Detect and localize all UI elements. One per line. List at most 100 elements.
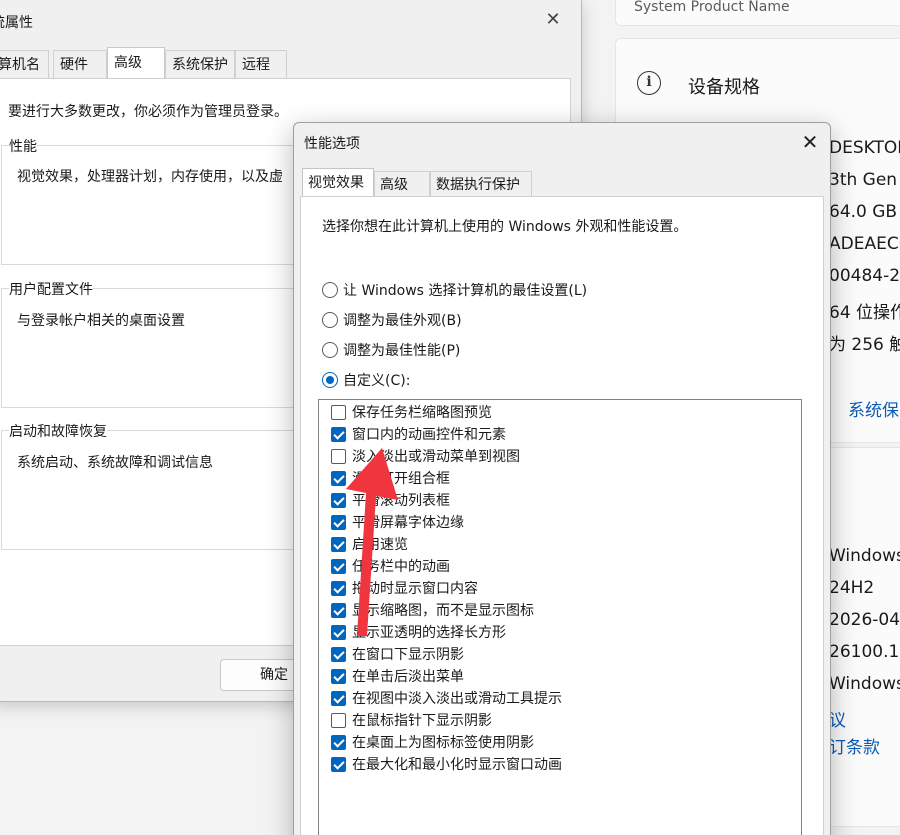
checkbox-checked[interactable] — [331, 756, 346, 772]
checkbox-checked[interactable] — [331, 558, 346, 574]
startup-recovery-group-text: 系统启动、系统故障和调试信息 — [17, 455, 213, 471]
device-spec-title: 设备规格 — [688, 77, 760, 98]
radio-button[interactable] — [322, 282, 338, 298]
checkbox-label: 保存任务栏缩略图预览 — [352, 405, 492, 421]
win-value-build: 26100.174 — [829, 642, 900, 662]
checkbox-label: 平滑屏幕字体边缘 — [352, 515, 464, 531]
spec-value-processor: 3th Gen I — [829, 170, 900, 190]
checkbox-label: 任务栏中的动画 — [352, 559, 450, 575]
checkbox-item[interactable]: 显示缩略图，而不是显示图标 — [331, 599, 534, 621]
radio-label: 调整为最佳外观(B) — [343, 313, 462, 329]
checkbox-checked[interactable] — [331, 536, 346, 552]
checkbox-checked[interactable] — [331, 580, 346, 596]
checkbox-item[interactable]: 滑动打开组合框 — [331, 467, 450, 489]
checkbox-label: 在鼠标指针下显示阴影 — [352, 713, 492, 729]
admin-note: 要进行大多数更改，你必须作为管理员登录。 — [8, 104, 288, 120]
spec-value-ram: 64.0 GB (6 — [829, 202, 900, 222]
license-terms-link[interactable]: 订条款 — [829, 733, 880, 758]
checkbox-unchecked[interactable] — [331, 712, 346, 728]
spec-value-pen-touch: 为 256 触 — [829, 335, 900, 355]
checkbox-item[interactable]: 任务栏中的动画 — [331, 555, 450, 577]
performance-options-dialog: 性能选项 ✕ 视觉效果 高级 数据执行保护 选择你想在此计算机上使用的 Wind… — [293, 122, 831, 835]
win-value-version: 24H2 — [829, 578, 875, 598]
service-agreement-link[interactable]: 议 — [829, 706, 846, 731]
checkbox-item[interactable]: 在单击后淡出菜单 — [331, 665, 464, 687]
tab-advanced[interactable]: 高级 — [107, 47, 165, 78]
checkbox-item[interactable]: 在窗口下显示阴影 — [331, 643, 464, 665]
close-icon[interactable]: ✕ — [542, 9, 564, 31]
checkbox-item[interactable]: 淡入淡出或滑动菜单到视图 — [331, 445, 520, 467]
checkbox-label: 平滑滚动列表框 — [352, 493, 450, 509]
checkbox-unchecked[interactable] — [331, 448, 346, 464]
close-icon[interactable]: ✕ — [798, 130, 822, 154]
tab-system-protection[interactable]: 系统保护 — [165, 50, 235, 78]
spec-value-device-id: ADEAEC0I — [829, 234, 900, 254]
performance-group-title: 性能 — [9, 136, 37, 156]
checkbox-label: 显示亚透明的选择长方形 — [352, 625, 506, 641]
checkbox-unchecked[interactable] — [331, 404, 346, 420]
performance-options-title: 性能选项 — [304, 136, 360, 152]
checkbox-item[interactable]: 窗口内的动画控件和元素 — [331, 423, 506, 445]
checkbox-checked[interactable] — [331, 734, 346, 750]
checkbox-item[interactable]: 保存任务栏缩略图预览 — [331, 401, 492, 423]
checkbox-item[interactable]: 平滑滚动列表框 — [331, 489, 450, 511]
tab-data-execution-prevention[interactable]: 数据执行保护 — [430, 171, 532, 197]
checkbox-checked[interactable] — [331, 624, 346, 640]
radio-button[interactable] — [322, 372, 338, 388]
tab-computer-name[interactable]: 算机名 — [0, 50, 49, 78]
checkbox-label: 拖动时显示窗口内容 — [352, 581, 478, 597]
checkbox-label: 在桌面上为图标标签使用阴影 — [352, 735, 534, 751]
user-profiles-group-text: 与登录帐户相关的桌面设置 — [17, 313, 185, 329]
checkbox-label: 滑动打开组合框 — [352, 471, 450, 487]
radio-best-appearance[interactable]: 调整为最佳外观(B) — [322, 310, 462, 330]
win-value-edition: Windows — [829, 546, 900, 566]
checkbox-checked[interactable] — [331, 602, 346, 618]
radio-label: 自定义(C): — [343, 373, 411, 389]
checkbox-checked[interactable] — [331, 646, 346, 662]
performance-group-text: 视觉效果，处理器计划，内存使用，以及虚 — [17, 169, 283, 185]
tab-visual-effects[interactable]: 视觉效果 — [302, 168, 374, 197]
visual-effects-description: 选择你想在此计算机上使用的 Windows 外观和性能设置。 — [322, 219, 688, 235]
win-value-experience: Windows — [829, 674, 900, 694]
spec-value-product-id: 00484-20 — [829, 266, 900, 286]
checkbox-item[interactable]: 显示亚透明的选择长方形 — [331, 621, 506, 643]
radio-best-performance[interactable]: 调整为最佳性能(P) — [322, 340, 460, 360]
startup-recovery-group-title: 启动和故障恢复 — [9, 421, 107, 441]
checkbox-label: 显示缩略图，而不是显示图标 — [352, 603, 534, 619]
radio-button[interactable] — [322, 312, 338, 328]
checkbox-checked[interactable] — [331, 514, 346, 530]
radio-button[interactable] — [322, 342, 338, 358]
user-profiles-group-title: 用户配置文件 — [9, 279, 93, 299]
checkbox-label: 在单击后淡出菜单 — [352, 669, 464, 685]
checkbox-item[interactable]: 在视图中淡入淡出或滑动工具提示 — [331, 687, 562, 709]
radio-label: 让 Windows 选择计算机的最佳设置(L) — [343, 283, 588, 299]
checkbox-item[interactable]: 拖动时显示窗口内容 — [331, 577, 478, 599]
checkbox-label: 启用速览 — [352, 537, 408, 553]
info-icon: i — [637, 71, 661, 95]
tab-hardware[interactable]: 硬件 — [53, 50, 107, 78]
checkbox-item[interactable]: 启用速览 — [331, 533, 408, 555]
checkbox-checked[interactable] — [331, 426, 346, 442]
visual-effects-checklist[interactable]: 保存任务栏缩略图预览 窗口内的动画控件和元素 淡入淡出或滑动菜单到视图 滑动打开组合框… — [318, 399, 802, 835]
checkbox-checked[interactable] — [331, 690, 346, 706]
checkbox-label: 淡入淡出或滑动菜单到视图 — [352, 449, 520, 465]
checkbox-checked[interactable] — [331, 668, 346, 684]
spec-value-system-type: 64 位操作 — [829, 303, 900, 323]
checkbox-label: 窗口内的动画控件和元素 — [352, 427, 506, 443]
win-value-install-date: 2026-04-2 — [829, 610, 900, 630]
radio-let-windows-choose[interactable]: 让 Windows 选择计算机的最佳设置(L) — [322, 280, 587, 300]
checkbox-item[interactable]: 在最大化和最小化时显示窗口动画 — [331, 753, 562, 775]
system-properties-title: 统属性 — [0, 15, 33, 31]
radio-custom[interactable]: 自定义(C): — [322, 370, 410, 390]
checkbox-checked[interactable] — [331, 470, 346, 486]
checkbox-label: 在视图中淡入淡出或滑动工具提示 — [352, 691, 562, 707]
tab-advanced[interactable]: 高级 — [374, 171, 430, 197]
checkbox-item[interactable]: 在桌面上为图标标签使用阴影 — [331, 731, 534, 753]
system-protection-link[interactable]: 系统保 — [848, 396, 899, 421]
tab-remote[interactable]: 远程 — [235, 50, 287, 78]
checkbox-item[interactable]: 在鼠标指针下显示阴影 — [331, 709, 492, 731]
checkbox-checked[interactable] — [331, 492, 346, 508]
checkbox-label: 在窗口下显示阴影 — [352, 647, 464, 663]
checkbox-item[interactable]: 平滑屏幕字体边缘 — [331, 511, 464, 533]
checkbox-label: 在最大化和最小化时显示窗口动画 — [352, 757, 562, 773]
